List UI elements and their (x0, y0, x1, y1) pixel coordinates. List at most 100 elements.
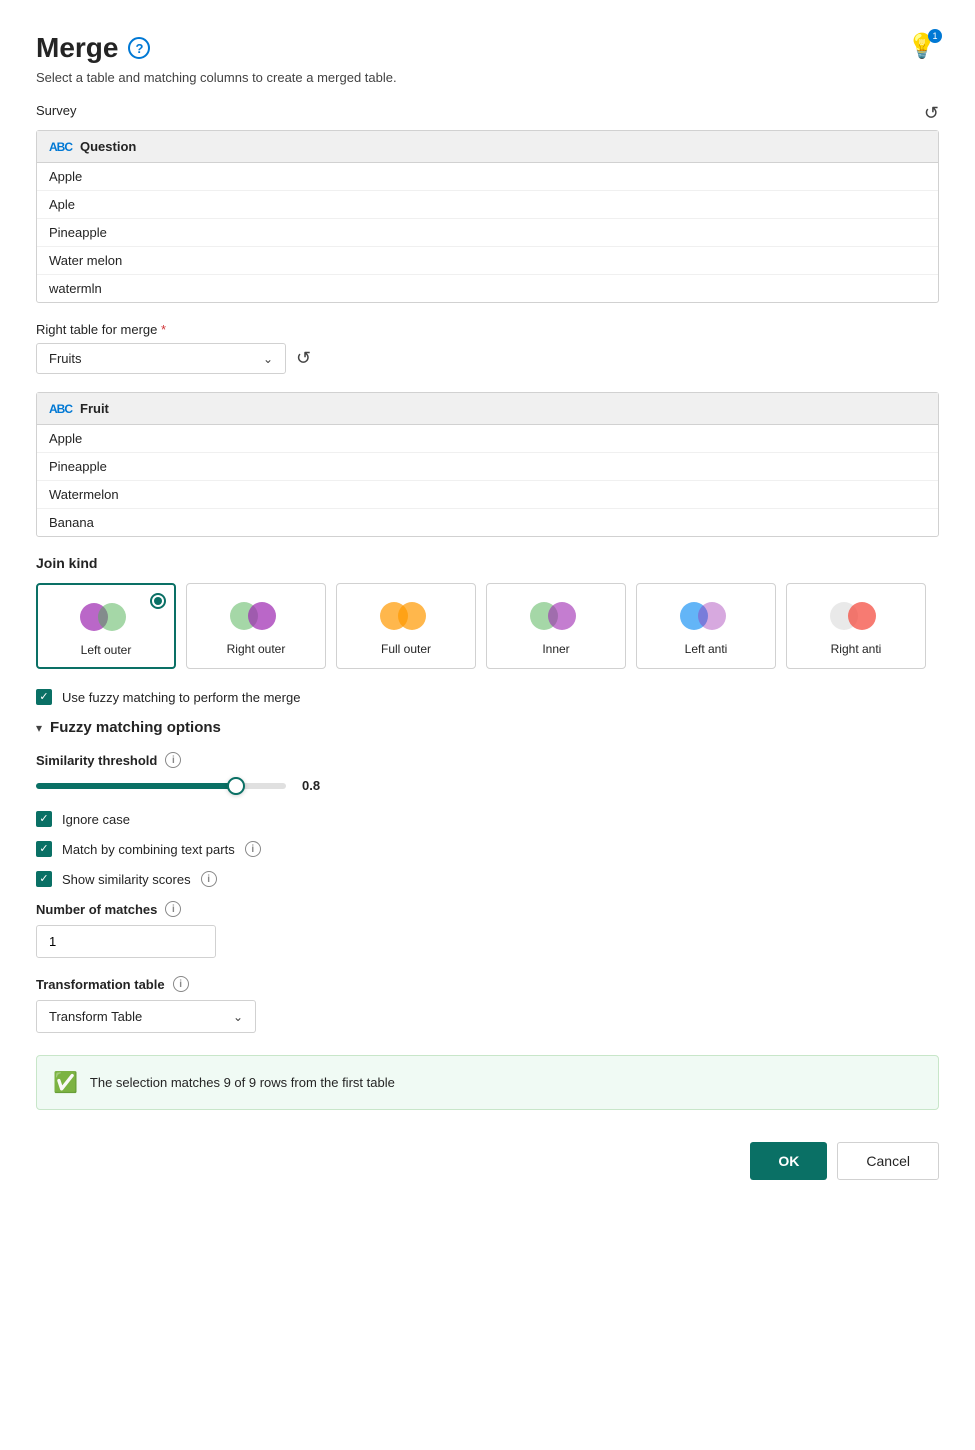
right-table-dropdown[interactable]: Fruits ⌄ (36, 343, 286, 374)
fruits-table-header: ABC Fruit (37, 393, 938, 425)
venn-circle-right (548, 602, 576, 630)
ignore-case-checkbox[interactable]: ✓ (36, 811, 52, 827)
table-row[interactable]: Watermelon (37, 481, 938, 509)
number-of-matches-section: Number of matches i (36, 901, 939, 958)
venn-circle-right (398, 602, 426, 630)
number-of-matches-label-row: Number of matches i (36, 901, 939, 917)
help-icon[interactable]: ? (128, 37, 150, 59)
ignore-case-row[interactable]: ✓ Ignore case (36, 811, 939, 827)
slider-thumb[interactable] (227, 777, 245, 795)
join-label-left-anti: Left anti (685, 642, 728, 656)
ignore-case-label: Ignore case (62, 812, 130, 827)
fuzzy-matching-checkbox[interactable]: ✓ (36, 689, 52, 705)
venn-inner (530, 598, 582, 634)
similarity-threshold-section: Similarity threshold i 0.8 (36, 752, 939, 793)
venn-circle-right (698, 602, 726, 630)
table-row[interactable]: Aple (37, 191, 938, 219)
slider-label-row: Similarity threshold i (36, 752, 939, 768)
survey-table-label: Survey (36, 103, 76, 118)
show-similarity-row[interactable]: ✓ Show similarity scores i (36, 871, 939, 887)
required-star: * (161, 322, 166, 337)
ok-button[interactable]: OK (750, 1142, 827, 1180)
join-options: Left outer Right outer Full outer Inner … (36, 583, 939, 669)
right-table-selected: Fruits (49, 351, 82, 366)
similarity-info-icon[interactable]: i (165, 752, 181, 768)
join-label-left-outer: Left outer (81, 643, 132, 657)
show-similarity-checkbox[interactable]: ✓ (36, 871, 52, 887)
fuzzy-matching-row[interactable]: ✓ Use fuzzy matching to perform the merg… (36, 689, 939, 705)
check-icon: ✓ (39, 814, 48, 825)
table-row[interactable]: Apple (37, 425, 938, 453)
transformation-table-dropdown[interactable]: Transform Table ⌄ (36, 1000, 256, 1033)
join-kind-label: Join kind (36, 555, 939, 571)
match-combining-row[interactable]: ✓ Match by combining text parts i (36, 841, 939, 857)
venn-circle-right (848, 602, 876, 630)
check-icon: ✓ (39, 844, 48, 855)
slider-track[interactable] (36, 783, 286, 789)
header: Merge ? 💡 1 (36, 32, 939, 64)
survey-table-scroll[interactable]: Apple Aple Pineapple Water melon waterml… (37, 163, 938, 302)
dropdown-arrow-icon: ⌄ (263, 352, 273, 366)
fuzzy-matching-label: Use fuzzy matching to perform the merge (62, 690, 300, 705)
survey-refresh-icon[interactable]: ↺ (924, 103, 939, 124)
join-option-left-anti[interactable]: Left anti (636, 583, 776, 669)
status-check-icon: ✅ (53, 1070, 78, 1095)
table-row[interactable]: Pineapple (37, 453, 938, 481)
fruits-refresh-icon[interactable]: ↺ (296, 348, 311, 369)
slider-fill (36, 783, 236, 789)
slider-row: 0.8 (36, 778, 939, 793)
transformation-table-selected: Transform Table (49, 1009, 142, 1024)
transformation-table-label-row: Transformation table i (36, 976, 939, 992)
venn-circle-right (98, 603, 126, 631)
right-table-dropdown-wrapper: Fruits ⌄ ↺ (36, 343, 939, 374)
number-of-matches-input[interactable] (36, 925, 216, 958)
table-row[interactable]: watermln (37, 275, 938, 302)
page-title: Merge (36, 32, 118, 64)
bulb-icon-button[interactable]: 💡 1 (907, 32, 939, 64)
footer-buttons: OK Cancel (36, 1142, 939, 1180)
join-label-right-anti: Right anti (831, 642, 882, 656)
survey-table: ABC Question Apple Aple Pineapple Water … (36, 130, 939, 303)
show-similarity-info-icon[interactable]: i (201, 871, 217, 887)
table-row[interactable]: Apple (37, 163, 938, 191)
status-banner: ✅ The selection matches 9 of 9 rows from… (36, 1055, 939, 1110)
survey-col-icon: ABC (49, 140, 72, 154)
table-row[interactable]: Pineapple (37, 219, 938, 247)
title-area: Merge ? (36, 32, 150, 64)
join-label-full-outer: Full outer (381, 642, 431, 656)
venn-right-anti (830, 598, 882, 634)
transformation-table-info-icon[interactable]: i (173, 976, 189, 992)
fruits-col-icon: ABC (49, 402, 72, 416)
join-option-right-anti[interactable]: Right anti (786, 583, 926, 669)
match-combining-label: Match by combining text parts (62, 842, 235, 857)
transform-dropdown-arrow-icon: ⌄ (233, 1010, 243, 1024)
transformation-table-label: Transformation table (36, 977, 165, 992)
match-combining-checkbox[interactable]: ✓ (36, 841, 52, 857)
fuzzy-options-title: Fuzzy matching options (50, 719, 221, 736)
table-row[interactable]: Banana (37, 509, 938, 536)
join-option-inner[interactable]: Inner (486, 583, 626, 669)
fuzzy-options-header[interactable]: ▾ Fuzzy matching options (36, 719, 939, 736)
venn-left-outer (80, 599, 132, 635)
venn-left-anti (680, 598, 732, 634)
table-row[interactable]: Water melon (37, 247, 938, 275)
survey-section-row: Survey ↺ (36, 103, 939, 124)
join-option-right-outer[interactable]: Right outer (186, 583, 326, 669)
match-combining-info-icon[interactable]: i (245, 841, 261, 857)
selected-dot-inner (154, 597, 162, 605)
transformation-table-section: Transformation table i Transform Table ⌄ (36, 976, 939, 1033)
number-of-matches-info-icon[interactable]: i (165, 901, 181, 917)
venn-circle-right (248, 602, 276, 630)
show-similarity-label: Show similarity scores (62, 872, 191, 887)
fruits-table-scroll[interactable]: Apple Pineapple Watermelon Banana (37, 425, 938, 536)
cancel-button[interactable]: Cancel (837, 1142, 939, 1180)
join-option-left-outer[interactable]: Left outer (36, 583, 176, 669)
join-option-full-outer[interactable]: Full outer (336, 583, 476, 669)
right-table-label: Right table for merge * (36, 322, 166, 337)
bulb-badge: 1 (928, 29, 942, 43)
fruits-col-header: Fruit (80, 401, 109, 416)
survey-table-header: ABC Question (37, 131, 938, 163)
survey-col-header: Question (80, 139, 136, 154)
venn-full-outer (380, 598, 432, 634)
venn-right-outer (230, 598, 282, 634)
